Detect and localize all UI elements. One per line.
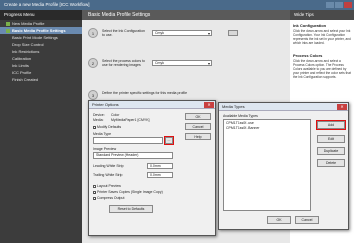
device-value: Color bbox=[111, 113, 120, 117]
dialog-title-text: Printer Options bbox=[92, 102, 119, 107]
sidebar-item[interactable]: ICC Profile bbox=[0, 69, 82, 76]
list-item[interactable]: CPM1T1ss0f..Banner bbox=[226, 126, 308, 131]
sidebar-item[interactable]: Basic Media Profile Settings bbox=[0, 27, 82, 34]
media-type-select[interactable] bbox=[93, 137, 163, 144]
sidebar-item-label: New Media Profile bbox=[12, 21, 45, 26]
status-icon bbox=[6, 36, 10, 40]
help-header: Wide Tips bbox=[290, 10, 354, 20]
status-icon bbox=[6, 50, 10, 54]
media-type-browse-button[interactable]: ... bbox=[164, 136, 174, 145]
ok-button[interactable]: OK bbox=[267, 216, 291, 224]
trailing-strip-label: Trailing White Strip bbox=[93, 173, 123, 177]
image-preview-label: Image Preview bbox=[93, 147, 117, 151]
sidebar-item-label: Finish Created bbox=[12, 77, 39, 82]
compress-output-label: Compress Output bbox=[97, 196, 125, 200]
image-preview-select[interactable]: Standard Preview (Header) bbox=[93, 152, 173, 159]
ok-button[interactable]: OK bbox=[185, 113, 211, 120]
checkbox-icon: ✓ bbox=[93, 125, 97, 130]
add-button[interactable]: Add bbox=[316, 120, 346, 130]
ink-configuration-button[interactable] bbox=[228, 30, 238, 36]
status-icon bbox=[6, 28, 10, 33]
layout-preview-label: Layout Preview bbox=[97, 184, 121, 188]
progress-sidebar: Progress Menu New Media Profile Basic Med… bbox=[0, 10, 82, 243]
sidebar-item[interactable]: Ink Limits bbox=[0, 62, 82, 69]
step-text: Select the process colors to use for ren… bbox=[102, 59, 145, 67]
sidebar-item[interactable]: Ink Restrictions bbox=[0, 48, 82, 55]
status-icon bbox=[6, 71, 10, 75]
process-colors-select[interactable]: Cmyk bbox=[152, 60, 212, 66]
step-process-colors: 2 Select the process colors to use for r… bbox=[88, 58, 284, 72]
media-types-list[interactable]: CPM1T1ss0f..use CPM1T1ss0f..Banner bbox=[223, 119, 311, 211]
sidebar-item-label: Basic Print Mode Settings bbox=[12, 35, 58, 40]
leading-strip-label: Leading White Strip bbox=[93, 164, 124, 168]
maximize-button[interactable] bbox=[335, 2, 343, 8]
checkbox-icon: ✓ bbox=[93, 196, 97, 201]
media-types-dialog: Media Types ✕ Available Media Types CPM1… bbox=[218, 102, 349, 230]
sidebar-item[interactable]: New Media Profile bbox=[0, 20, 82, 27]
edit-button[interactable]: Edit bbox=[317, 135, 345, 143]
status-icon bbox=[6, 57, 10, 61]
sidebar-item[interactable]: Basic Print Mode Settings bbox=[0, 34, 82, 41]
layout-preview-checkbox[interactable]: Layout Preview bbox=[93, 184, 121, 188]
sidebar-item-label: Ink Restrictions bbox=[12, 49, 40, 54]
dialog-title: Media Types ✕ bbox=[219, 103, 348, 111]
sidebar-item-label: Basic Media Profile Settings bbox=[12, 28, 66, 33]
page-title: Basic Media Profile Settings bbox=[82, 10, 290, 20]
sidebar-item-label: Calibration bbox=[12, 56, 32, 61]
checkbox-icon: ✓ bbox=[93, 190, 97, 195]
status-icon bbox=[6, 43, 10, 47]
media-label: Media: bbox=[93, 118, 104, 122]
window-title: Create a new Media Profile [ICC Workflow… bbox=[4, 2, 90, 7]
duplicate-button[interactable]: Duplicate bbox=[317, 147, 345, 155]
reset-defaults-button[interactable]: Reset to Defaults bbox=[109, 205, 153, 213]
status-icon bbox=[6, 78, 10, 82]
modify-defaults-label: Modify Defaults bbox=[97, 125, 122, 129]
close-icon[interactable]: ✕ bbox=[204, 102, 214, 108]
printer-saves-copies-checkbox[interactable]: ✓Printer Saves Copies (Single Image Copy… bbox=[93, 190, 163, 194]
step-number: 2 bbox=[88, 58, 98, 68]
printer-saves-copies-label: Printer Saves Copies (Single Image Copy) bbox=[97, 190, 163, 194]
help-section-title: Ink Configuration bbox=[293, 23, 327, 28]
step-text: Select the Ink Configuration to use. bbox=[102, 29, 145, 37]
dialog-title: Printer Options ✕ bbox=[89, 101, 215, 109]
window-titlebar: Create a new Media Profile [ICC Workflow… bbox=[0, 0, 354, 10]
device-label: Device: bbox=[93, 113, 105, 117]
sidebar-item-label: ICC Profile bbox=[12, 70, 32, 75]
compress-output-checkbox[interactable]: ✓Compress Output bbox=[93, 196, 124, 200]
delete-button[interactable]: Delete bbox=[317, 159, 345, 167]
step-ink-configuration: 1 Select the Ink Configuration to use. C… bbox=[88, 28, 284, 42]
available-media-types-label: Available Media Types bbox=[223, 114, 258, 118]
sidebar-item[interactable]: Drop Size Control bbox=[0, 41, 82, 48]
trailing-strip-input[interactable]: 0.0mm bbox=[147, 172, 173, 178]
step-text: Define the printer specific settings for… bbox=[102, 91, 188, 95]
status-icon bbox=[6, 64, 10, 68]
sidebar-item-label: Ink Limits bbox=[12, 63, 29, 68]
sidebar-item[interactable]: Calibration bbox=[0, 55, 82, 62]
progress-menu-header: Progress Menu bbox=[0, 10, 82, 20]
minimize-button[interactable] bbox=[326, 2, 334, 8]
step-number: 1 bbox=[88, 28, 98, 38]
printer-options-dialog: Printer Options ✕ Device: Color Media: M… bbox=[88, 100, 216, 236]
cancel-button[interactable]: Cancel bbox=[295, 216, 319, 224]
help-section-body: Click the down-arrow and select your Ink… bbox=[293, 29, 351, 45]
progress-list: New Media Profile Basic Media Profile Set… bbox=[0, 20, 82, 83]
help-button[interactable]: Help bbox=[185, 133, 211, 140]
checkbox-icon bbox=[93, 184, 96, 188]
cancel-button[interactable]: Cancel bbox=[185, 123, 211, 130]
close-icon[interactable]: ✕ bbox=[337, 104, 347, 110]
ink-configuration-select[interactable]: Cmyk bbox=[152, 30, 212, 36]
close-button[interactable] bbox=[344, 2, 352, 8]
sidebar-item-label: Drop Size Control bbox=[12, 42, 44, 47]
media-type-label: Media Type bbox=[93, 132, 112, 136]
media-value: MyMediaPaper1 [CMYK] bbox=[111, 118, 150, 122]
status-icon bbox=[6, 21, 10, 26]
sidebar-item[interactable]: Finish Created bbox=[0, 76, 82, 83]
step-number: 3 bbox=[88, 90, 98, 100]
help-section-body: Click the down-arrow and select a Proces… bbox=[293, 59, 351, 79]
dialog-title-text: Media Types bbox=[222, 104, 245, 109]
leading-strip-input[interactable]: 0.0mm bbox=[147, 163, 173, 169]
help-section-title: Process Colors bbox=[293, 53, 323, 58]
modify-defaults-checkbox[interactable]: ✓Modify Defaults bbox=[93, 125, 121, 129]
